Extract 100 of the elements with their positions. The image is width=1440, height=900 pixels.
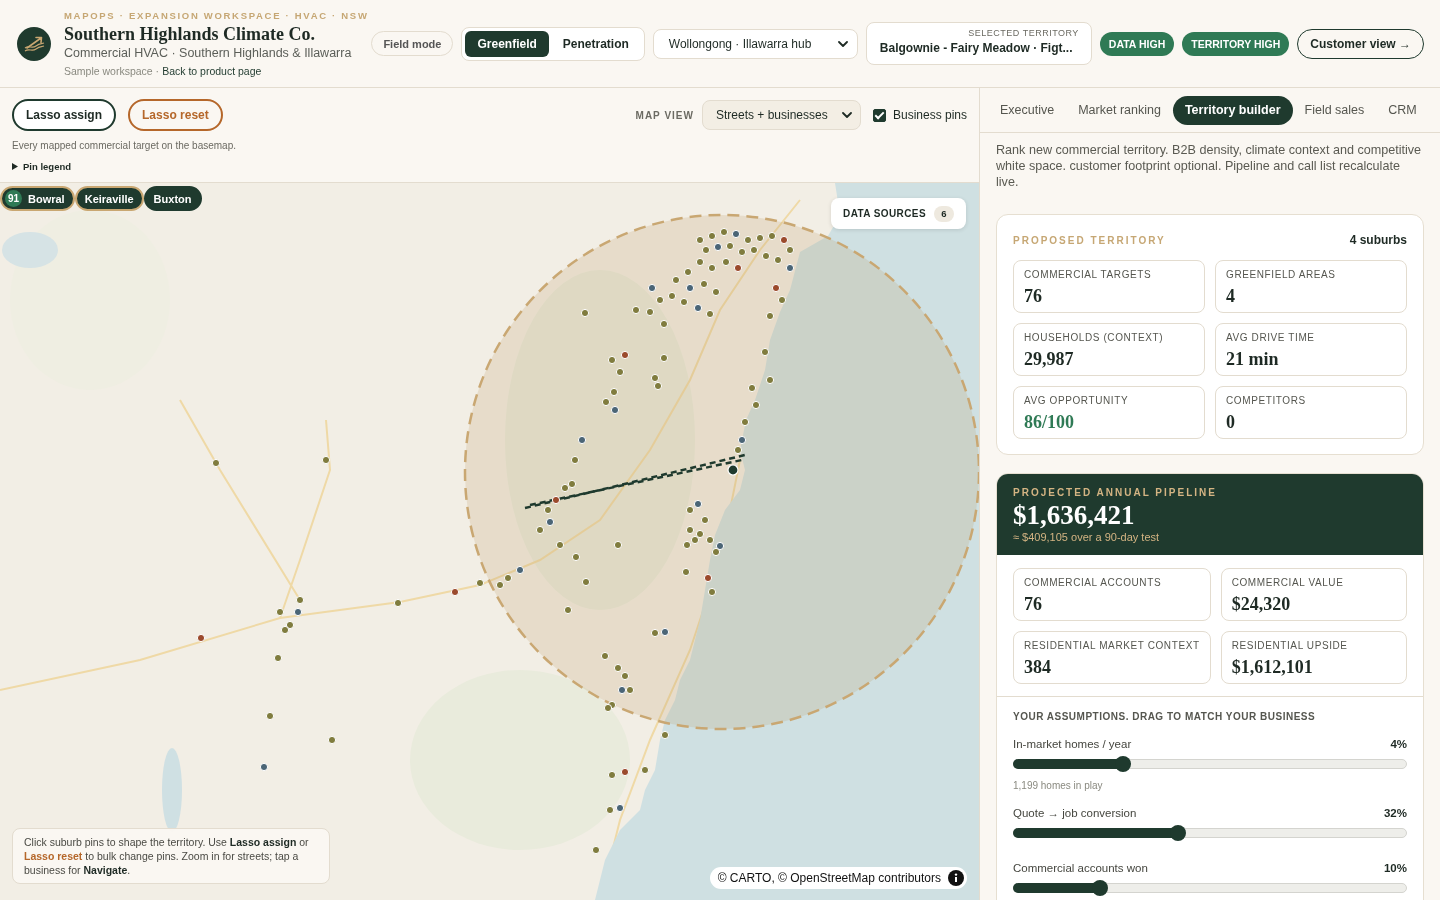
map-pin-icon[interactable] xyxy=(765,375,775,385)
map-pin-icon[interactable] xyxy=(715,541,725,551)
map-pin-icon[interactable] xyxy=(563,605,573,615)
data-sources-button[interactable]: DATA SOURCES 6 xyxy=(831,198,966,229)
map-pin-icon[interactable] xyxy=(740,417,750,427)
info-icon[interactable] xyxy=(948,870,964,886)
nav-tab[interactable]: CRM xyxy=(1376,95,1429,125)
map-pin-icon[interactable] xyxy=(695,257,705,267)
map-pin-icon[interactable] xyxy=(273,653,283,663)
map-pin-icon[interactable] xyxy=(713,242,723,252)
map-pin-icon[interactable] xyxy=(613,663,623,673)
map-pin-icon[interactable] xyxy=(695,529,705,539)
map-pin-icon[interactable] xyxy=(645,307,655,317)
map-pin-icon[interactable] xyxy=(265,711,275,721)
map-pin-icon[interactable] xyxy=(567,479,577,489)
map-pin-icon[interactable] xyxy=(737,247,747,257)
map-pin-icon[interactable] xyxy=(703,573,713,583)
map-pin-icon[interactable] xyxy=(679,297,689,307)
map-pin-icon[interactable] xyxy=(681,567,691,577)
back-link[interactable]: Back to product page xyxy=(162,64,262,78)
map-pin-icon[interactable] xyxy=(321,455,331,465)
map-pin-icon[interactable] xyxy=(615,803,625,813)
map-pin-icon[interactable] xyxy=(683,267,693,277)
map-pin-icon[interactable] xyxy=(475,578,485,588)
map-pin-icon[interactable] xyxy=(705,309,715,319)
map-pin-icon[interactable] xyxy=(659,319,669,329)
map-pin-icon[interactable] xyxy=(721,257,731,267)
suburb-chip[interactable]: 91 Bowral xyxy=(0,186,75,211)
map-pin-icon[interactable] xyxy=(640,765,650,775)
map-pin-icon[interactable] xyxy=(577,435,587,445)
business-pins-checkbox[interactable] xyxy=(872,108,886,122)
map-pin-icon[interactable] xyxy=(571,552,581,562)
map-pin-icon[interactable] xyxy=(280,625,290,635)
map-view-select[interactable]: Streets + businesses xyxy=(701,100,861,130)
map-pin-icon[interactable] xyxy=(773,255,783,265)
map-pin-icon[interactable] xyxy=(591,845,601,855)
nav-tab[interactable]: Field sales xyxy=(1292,95,1377,125)
map-pin-icon[interactable] xyxy=(749,245,759,255)
map-pin-icon[interactable] xyxy=(617,685,627,695)
map-pin-icon[interactable] xyxy=(719,227,729,237)
map-pin-icon[interactable] xyxy=(615,367,625,377)
map-pin-icon[interactable] xyxy=(779,235,789,245)
suburb-chip[interactable]: Keiraville xyxy=(74,186,144,211)
slider-track[interactable] xyxy=(1013,880,1407,896)
map-pin-icon[interactable] xyxy=(767,231,777,241)
map-pin-icon[interactable] xyxy=(620,671,630,681)
map-pin-icon[interactable] xyxy=(755,233,765,243)
map-pin-icon[interactable] xyxy=(535,525,545,535)
map-pin-icon[interactable] xyxy=(700,515,710,525)
map-pin-icon[interactable] xyxy=(275,607,285,617)
map-pin-icon[interactable] xyxy=(690,535,700,545)
map-pin-icon[interactable] xyxy=(196,633,206,643)
map-pin-icon[interactable] xyxy=(650,628,660,638)
slider-track[interactable] xyxy=(1013,825,1407,841)
map-pin-icon[interactable] xyxy=(580,308,590,318)
map-pin-icon[interactable] xyxy=(601,397,611,407)
map-pin-icon[interactable] xyxy=(699,279,709,289)
map-pin-icon[interactable] xyxy=(551,495,561,505)
map-pin-icon[interactable] xyxy=(682,540,692,550)
map-pin-icon[interactable] xyxy=(695,235,705,245)
mode-option[interactable]: Greenfield xyxy=(465,30,549,57)
customer-view-button[interactable]: Customer view → xyxy=(1297,28,1424,59)
map-pin-icon[interactable] xyxy=(707,587,717,597)
slider-track[interactable] xyxy=(1013,756,1407,772)
map-pin-icon[interactable] xyxy=(211,458,221,468)
map-pin-icon[interactable] xyxy=(667,291,677,301)
map-pin-icon[interactable] xyxy=(613,540,623,550)
map-pin-icon[interactable] xyxy=(760,347,770,357)
nav-tab[interactable]: Territory builder xyxy=(1172,95,1293,125)
map-pin-icon[interactable] xyxy=(660,730,670,740)
map-pin-icon[interactable] xyxy=(785,245,795,255)
nav-tab[interactable]: Executive xyxy=(988,95,1067,125)
map-pin-icon[interactable] xyxy=(707,231,717,241)
map-pin-icon[interactable] xyxy=(705,535,715,545)
slider-thumb[interactable] xyxy=(1091,880,1108,896)
map-pin-icon[interactable] xyxy=(707,263,717,273)
map-pin-icon[interactable] xyxy=(560,483,570,493)
map-pin-icon[interactable] xyxy=(495,580,505,590)
map-pin-icon[interactable] xyxy=(777,295,787,305)
map-pin-icon[interactable] xyxy=(711,287,721,297)
map-pin-icon[interactable] xyxy=(659,353,669,363)
map-pin-icon[interactable] xyxy=(605,805,615,815)
map-pin-icon[interactable] xyxy=(685,505,695,515)
map-pin-icon[interactable] xyxy=(701,245,711,255)
map-pin-icon[interactable] xyxy=(655,295,665,305)
map-pin-icon[interactable] xyxy=(671,275,681,285)
map-pin-icon[interactable] xyxy=(631,305,641,315)
map-pin-icon[interactable] xyxy=(581,577,591,587)
map-pin-icon[interactable] xyxy=(693,303,703,313)
map-pin-icon[interactable] xyxy=(515,565,525,575)
map-pin-icon[interactable] xyxy=(653,381,663,391)
map-pin-icon[interactable] xyxy=(285,620,295,630)
map-pin-icon[interactable] xyxy=(555,540,565,550)
lasso-button[interactable]: Lasso assign xyxy=(12,99,117,131)
map-pin-icon[interactable] xyxy=(733,263,743,273)
map-pin-icon[interactable] xyxy=(625,685,635,695)
slider-thumb[interactable] xyxy=(1115,756,1132,772)
map-pin-icon[interactable] xyxy=(393,598,403,608)
map-pin-icon[interactable] xyxy=(609,387,619,397)
map-pin-icon[interactable] xyxy=(603,703,613,713)
